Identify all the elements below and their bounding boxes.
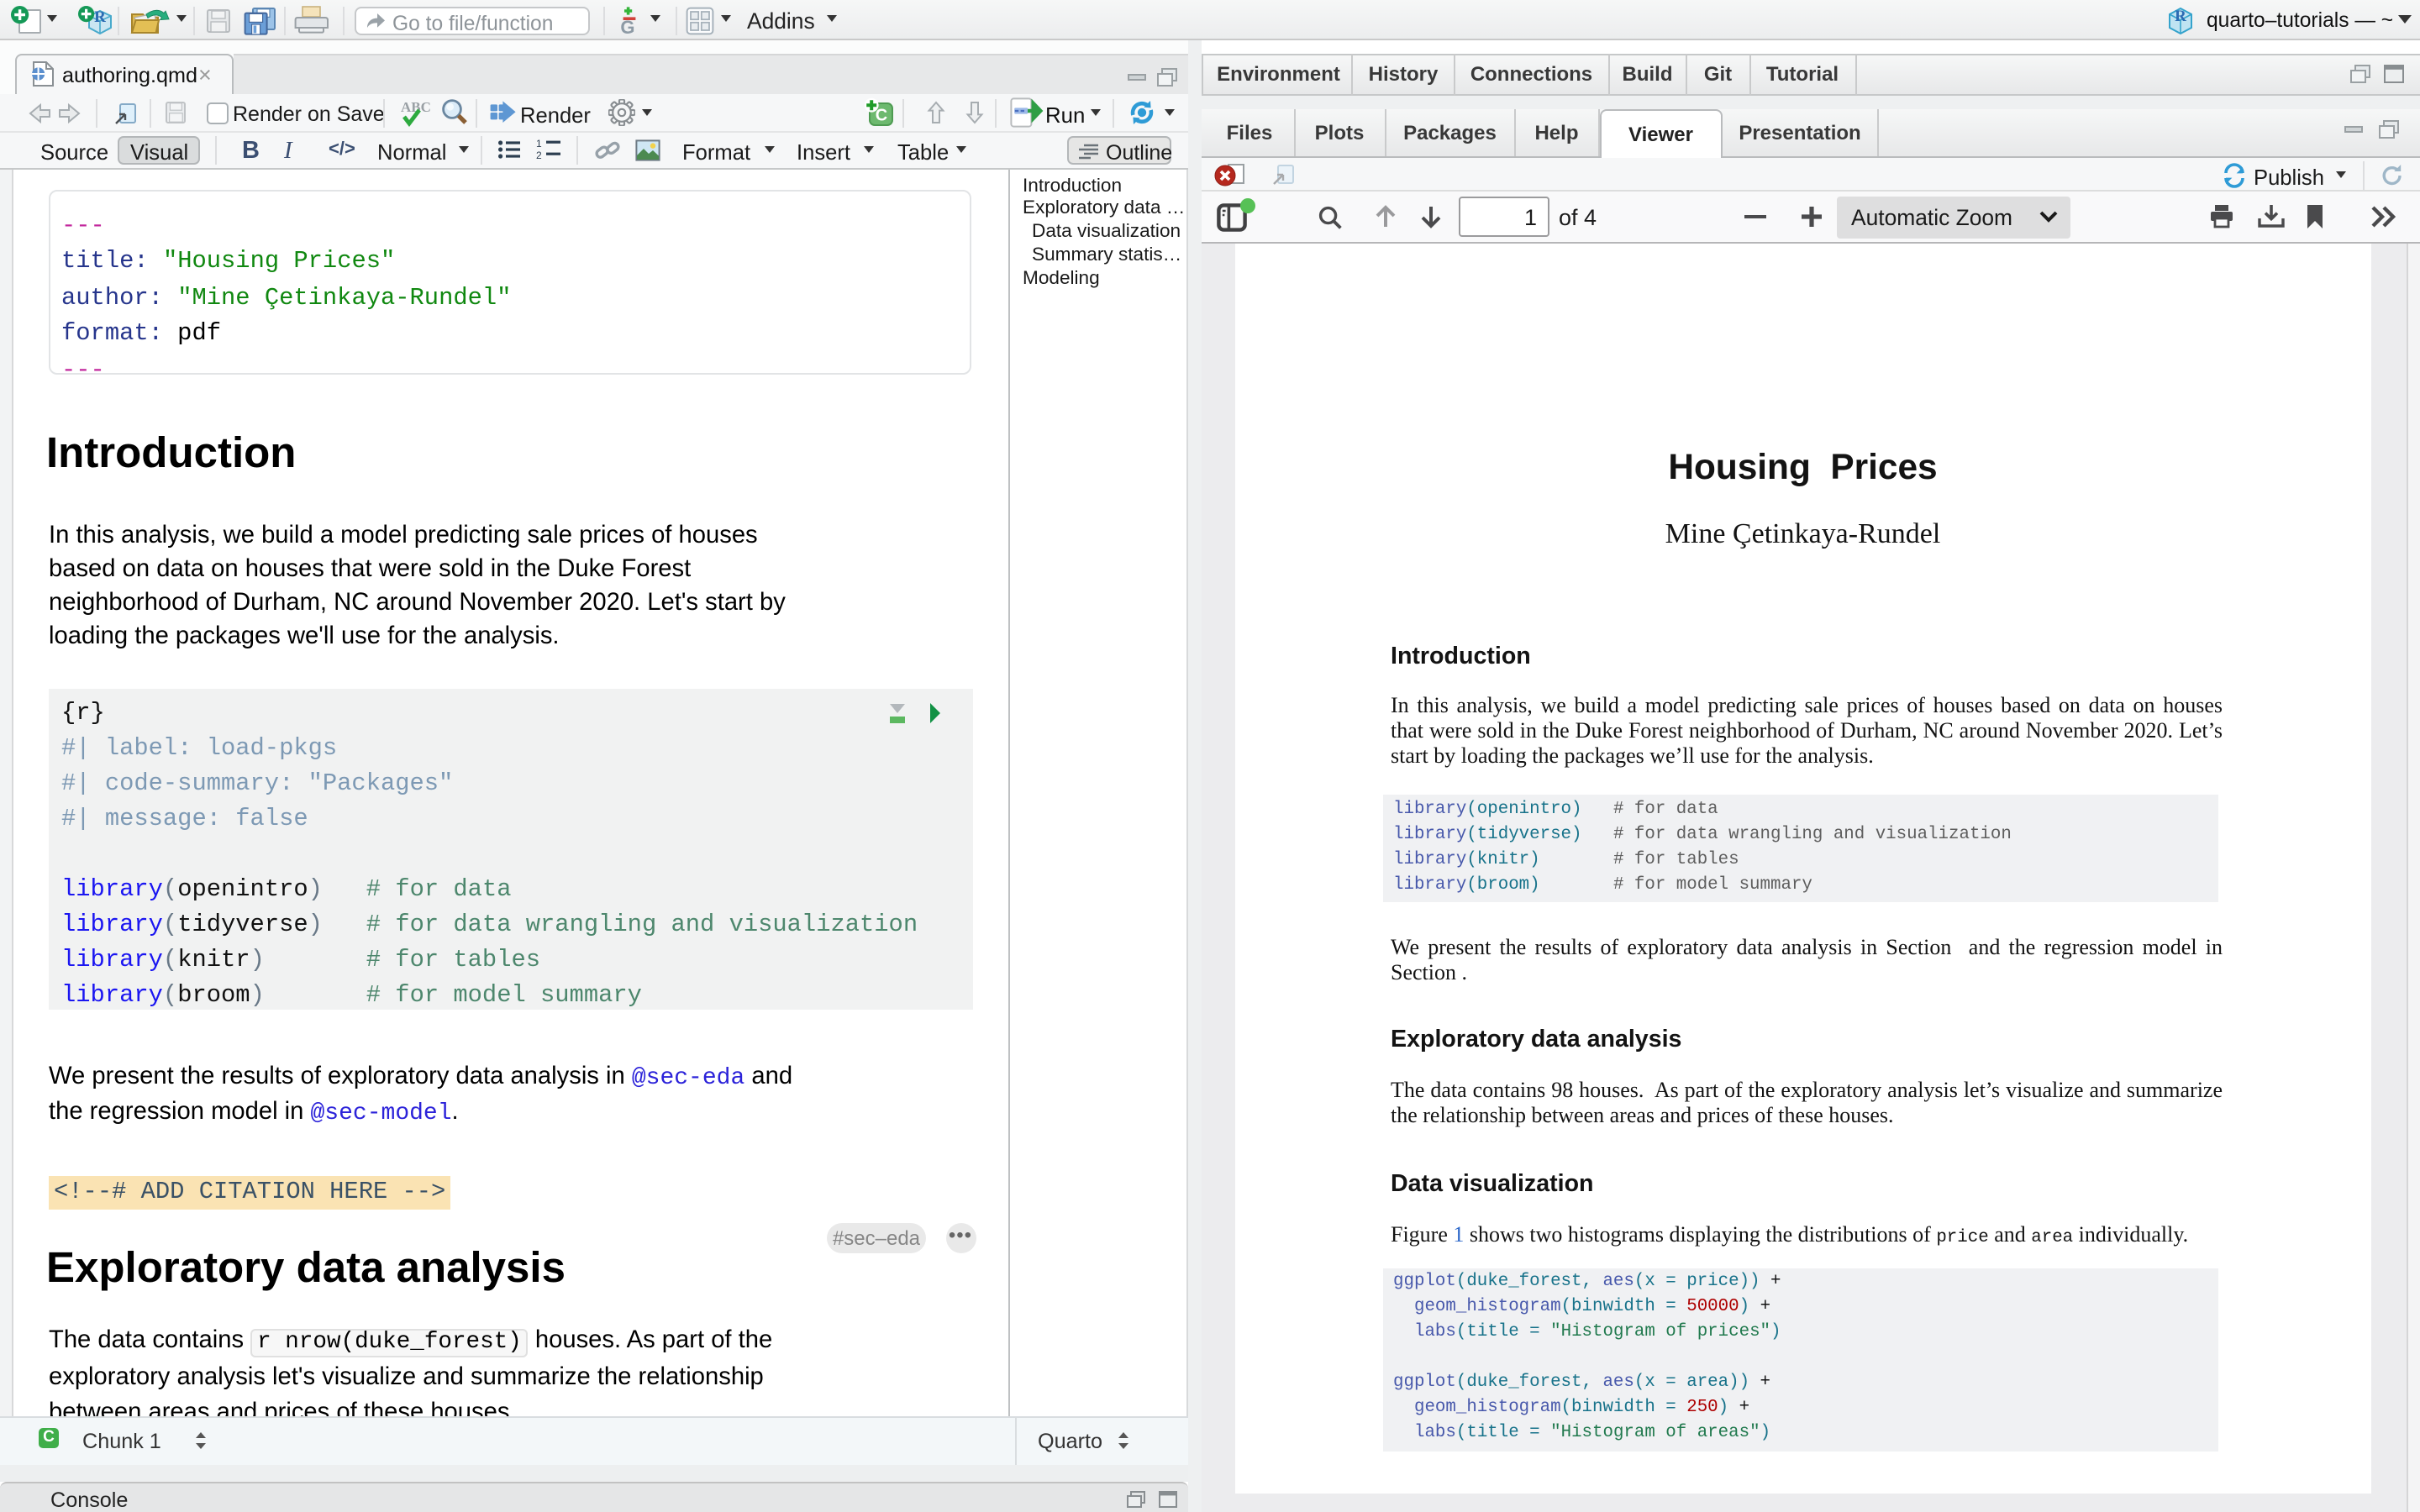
svg-text:2: 2 <box>536 150 542 160</box>
svg-text:1: 1 <box>536 138 542 150</box>
svg-text:R: R <box>2175 7 2186 24</box>
svg-text:G: G <box>620 17 634 35</box>
svg-text:R: R <box>94 8 106 25</box>
